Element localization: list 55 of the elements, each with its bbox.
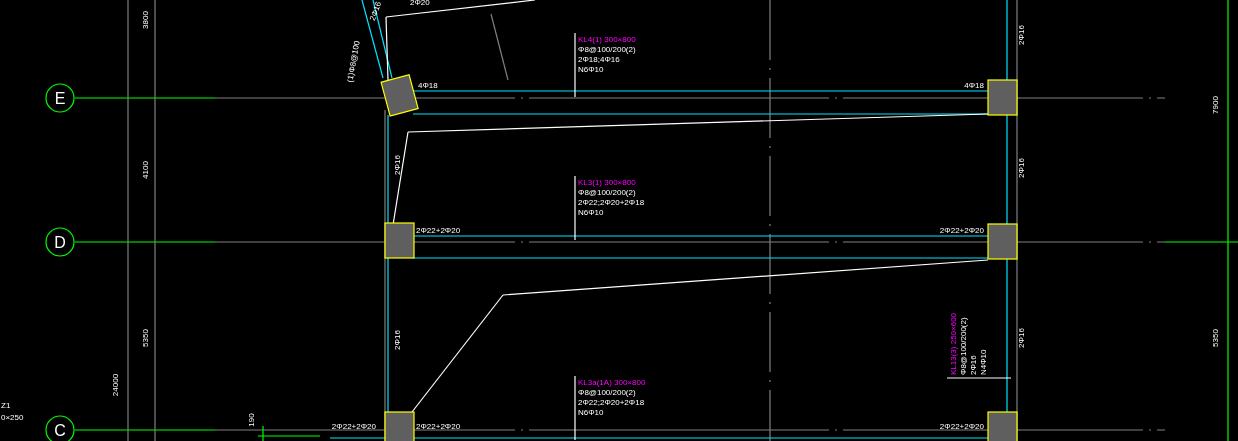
dimension-text: 7900 — [1211, 96, 1220, 114]
beam-spec: Φ8@100/200(2) — [578, 188, 636, 197]
beam-spec: N4Φ10 — [979, 349, 988, 375]
dimension-text: 190 — [247, 413, 256, 427]
axis-circle — [45, 83, 75, 113]
rebar-note: 2Φ22+2Φ20 — [939, 226, 984, 235]
beam-name: KL3a(1A) 300×800 — [578, 378, 646, 387]
beam-name: KL4(1) 300×800 — [578, 35, 636, 44]
rebar-note: 2Φ22+2Φ20 — [416, 226, 461, 235]
beam-spec: 2Φ22;2Φ20+2Φ18 — [578, 198, 645, 207]
beam-spec: N6Φ10 — [578, 408, 604, 417]
rebar-note: 2Φ16 — [393, 330, 402, 350]
beam-spec: Φ8@100/200(2) — [959, 317, 968, 375]
column-note: Z1 — [1, 401, 11, 410]
leader-line — [574, 175, 576, 241]
rebar-note: 2Φ16 — [393, 155, 402, 175]
beam-spec: 2Φ22;2Φ20+2Φ18 — [578, 398, 645, 407]
column — [384, 222, 415, 259]
rebar-note: 2Φ16 — [1017, 328, 1026, 348]
beam-spec: Φ8@100/200(2) — [578, 388, 636, 397]
leader-line — [946, 377, 1012, 379]
rebar-note: 2Φ20 — [410, 0, 430, 7]
beam-spec: N6Φ10 — [578, 208, 604, 217]
axis-label: D — [54, 234, 66, 251]
rebar-note: 4Φ18 — [964, 81, 984, 90]
axis-circle — [45, 227, 75, 257]
axis-label: C — [54, 422, 66, 439]
column — [987, 79, 1018, 116]
column-note: 0×250 — [1, 413, 24, 422]
column — [384, 411, 415, 441]
dimension-text: 4100 — [141, 161, 150, 179]
column — [987, 223, 1018, 260]
beam-line — [329, 437, 386, 439]
beam-spec: 2Φ18;4Φ16 — [578, 55, 620, 64]
rebar-note: 2Φ22+2Φ20 — [331, 422, 376, 431]
beam-name: KL13(3) 250×600 — [949, 312, 958, 375]
rebar-note: (1)Φ8@100 — [345, 40, 362, 84]
rebar-note: 2Φ16 — [1017, 158, 1026, 178]
axis-label: E — [54, 90, 66, 107]
leader-line — [574, 375, 576, 441]
beam-spec: 2Φ16 — [969, 355, 978, 375]
beam-name: KL3(1) 300×800 — [578, 178, 636, 187]
rebar-note: 2Φ22+2Φ20 — [939, 422, 984, 431]
column — [987, 411, 1018, 441]
dimension-text: 5350 — [141, 329, 150, 347]
beam-spec: Φ8@100/200(2) — [578, 45, 636, 54]
beam-spec: N6Φ10 — [578, 65, 604, 74]
rebar-note: 2Φ22+2Φ20 — [416, 422, 461, 431]
dimension-text: 3800 — [141, 11, 150, 29]
rebar-note: 2Φ16 — [368, 0, 384, 22]
rebar-note: 4Φ18 — [418, 81, 438, 90]
leader-line — [574, 32, 576, 98]
rebar-note: 2Φ16 — [1017, 25, 1026, 45]
dimension-text: 24000 — [111, 373, 120, 397]
dimension-text: 5350 — [1211, 329, 1220, 347]
